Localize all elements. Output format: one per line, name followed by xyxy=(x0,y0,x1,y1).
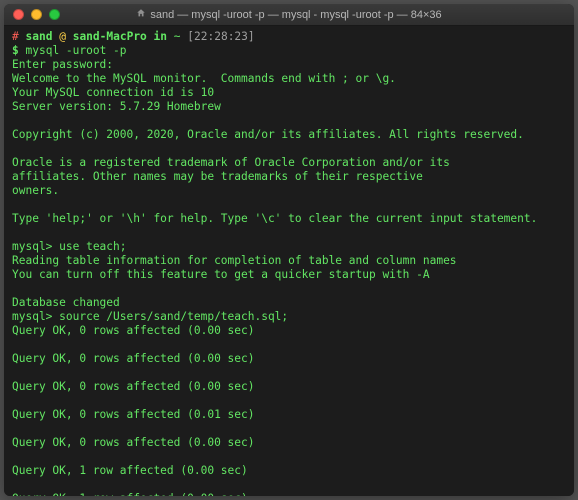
output-line xyxy=(12,198,566,212)
output-line xyxy=(12,114,566,128)
output-line xyxy=(12,142,566,156)
output-line xyxy=(12,394,566,408)
prompt-in: in xyxy=(154,30,167,43)
output-line: Oracle is a registered trademark of Orac… xyxy=(12,156,566,170)
command-line: $ mysql -uroot -p xyxy=(12,44,566,58)
prompt-time: [22:28:23] xyxy=(187,30,254,43)
output-line: Query OK, 0 rows affected (0.00 sec) xyxy=(12,380,566,394)
minimize-icon[interactable] xyxy=(31,9,42,20)
output-line: Query OK, 0 rows affected (0.00 sec) xyxy=(12,436,566,450)
window-title: sand — mysql -uroot -p — mysql - mysql -… xyxy=(4,8,574,21)
window-controls xyxy=(4,9,60,20)
output-line: Your MySQL connection id is 10 xyxy=(12,86,566,100)
output-line: mysql> source /Users/sand/temp/teach.sql… xyxy=(12,310,566,324)
output-line: Server version: 5.7.29 Homebrew xyxy=(12,100,566,114)
terminal-body[interactable]: # sand @ sand-MacPro in ~ [22:28:23]$ my… xyxy=(4,26,574,496)
output-line: Query OK, 1 row affected (0.00 sec) xyxy=(12,464,566,478)
prompt-host: sand-MacPro xyxy=(73,30,147,43)
output-line: Database changed xyxy=(12,296,566,310)
output-line xyxy=(12,478,566,492)
prompt-user: sand xyxy=(26,30,53,43)
output-line xyxy=(12,226,566,240)
terminal-window: sand — mysql -uroot -p — mysql - mysql -… xyxy=(4,4,574,496)
output-line: Enter password: xyxy=(12,58,566,72)
command-text: mysql -uroot -p xyxy=(26,44,127,57)
home-icon xyxy=(136,8,146,21)
prompt-dollar: $ xyxy=(12,44,19,57)
close-icon[interactable] xyxy=(13,9,24,20)
output-line xyxy=(12,282,566,296)
output-line: Query OK, 1 row affected (0.00 sec) xyxy=(12,492,566,496)
titlebar[interactable]: sand — mysql -uroot -p — mysql - mysql -… xyxy=(4,4,574,26)
output-line: Copyright (c) 2000, 2020, Oracle and/or … xyxy=(12,128,566,142)
output-line: mysql> use teach; xyxy=(12,240,566,254)
prompt-path: ~ xyxy=(174,30,181,43)
output-line: Reading table information for completion… xyxy=(12,254,566,268)
window-title-text: sand — mysql -uroot -p — mysql - mysql -… xyxy=(150,9,441,21)
output-line xyxy=(12,366,566,380)
prompt-hash: # xyxy=(12,30,19,43)
prompt-at: @ xyxy=(59,30,66,43)
output-line: Query OK, 0 rows affected (0.00 sec) xyxy=(12,352,566,366)
output-line xyxy=(12,422,566,436)
output-line: You can turn off this feature to get a q… xyxy=(12,268,566,282)
prompt-line: # sand @ sand-MacPro in ~ [22:28:23] xyxy=(12,30,566,44)
zoom-icon[interactable] xyxy=(49,9,60,20)
output-line: owners. xyxy=(12,184,566,198)
output-line: affiliates. Other names may be trademark… xyxy=(12,170,566,184)
output-line: Welcome to the MySQL monitor. Commands e… xyxy=(12,72,566,86)
output-line: Query OK, 0 rows affected (0.01 sec) xyxy=(12,408,566,422)
output-line xyxy=(12,338,566,352)
output-line: Query OK, 0 rows affected (0.00 sec) xyxy=(12,324,566,338)
output-line: Type 'help;' or '\h' for help. Type '\c'… xyxy=(12,212,566,226)
output-line xyxy=(12,450,566,464)
